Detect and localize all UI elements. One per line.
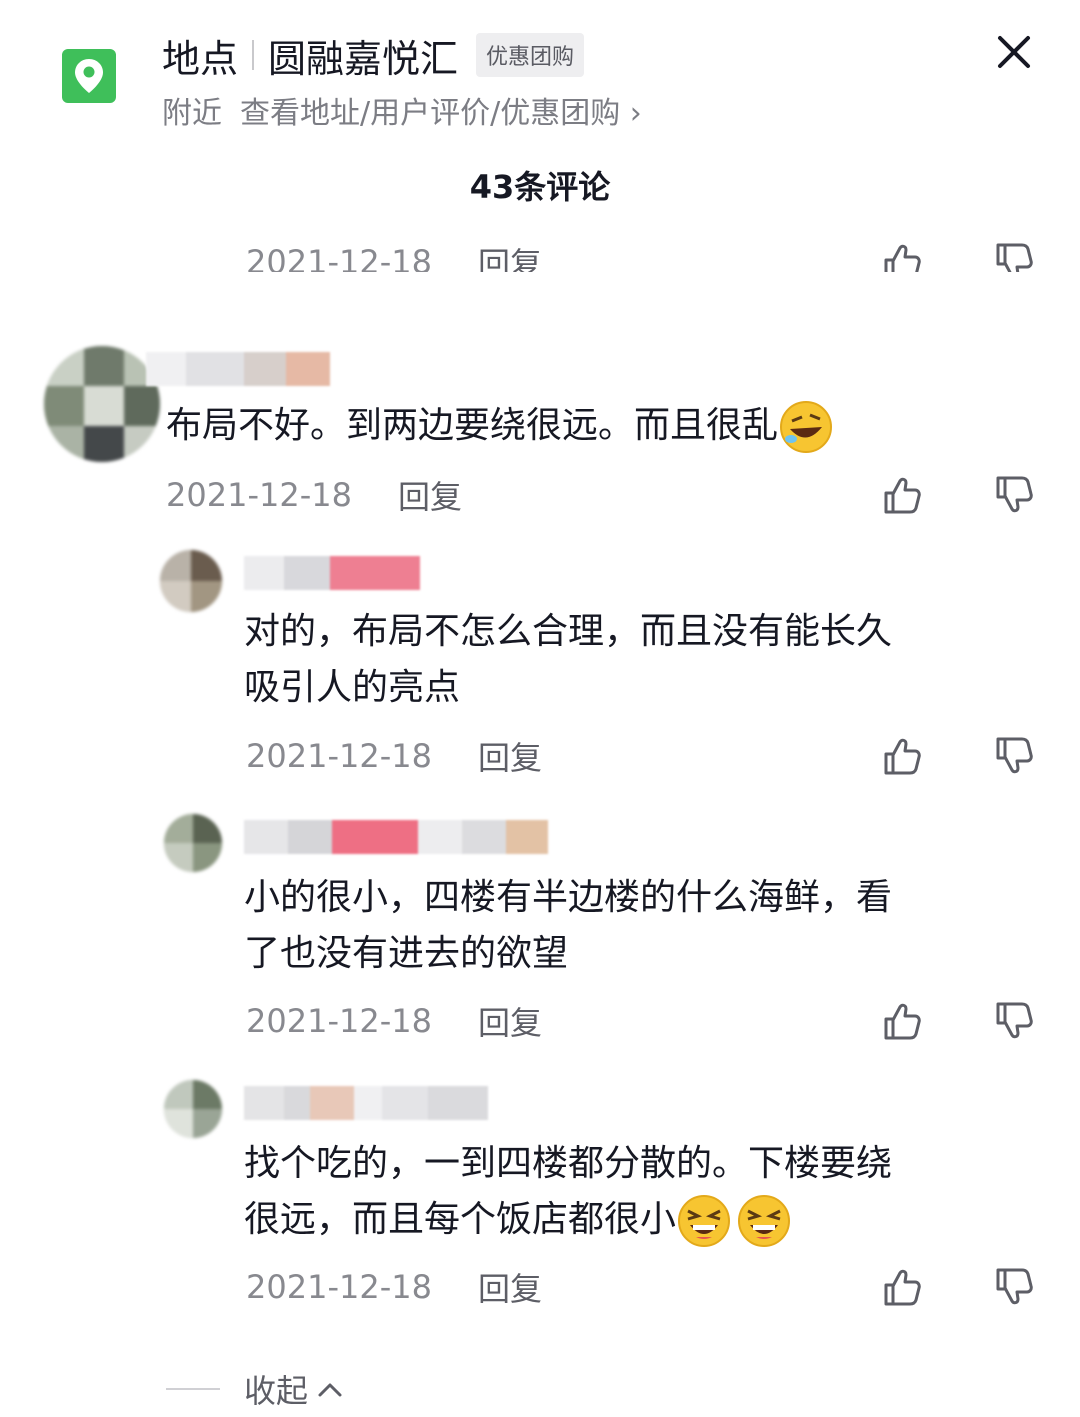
username-redacted[interactable] <box>244 556 420 590</box>
avatar[interactable] <box>160 550 222 612</box>
thumbs-down-icon[interactable] <box>992 473 1036 517</box>
reply-button[interactable]: 回复 <box>478 1264 542 1310</box>
comment-date: 2021-12-18 <box>246 1268 432 1306</box>
thumbs-up-icon[interactable] <box>880 240 924 272</box>
location-label: 地点 <box>162 36 239 81</box>
location-title-row: 地点 圆融嘉悦汇 优惠团购 <box>162 28 585 82</box>
rolling-laughing-emoji-icon <box>780 401 833 453</box>
location-name: 圆融嘉悦汇 <box>268 36 459 81</box>
thumbs-down-icon[interactable] <box>992 999 1036 1043</box>
details-label: 查看地址/用户评价/优惠团购 › <box>240 96 642 131</box>
comment-meta-cut: 2021-12-18 回复 <box>0 232 1080 272</box>
reply-button[interactable]: 回复 <box>478 733 542 779</box>
comment-date: 2021-12-18 <box>166 476 352 514</box>
chevron-right-icon: › <box>629 96 642 131</box>
close-icon[interactable] <box>994 32 1034 72</box>
location-header[interactable]: 地点 圆融嘉悦汇 优惠团购 附近 查看地址/用户评价/优惠团购 › <box>0 0 1080 145</box>
comment-text: 布局不好。到两边要绕很远。而且很乱 <box>166 398 834 455</box>
username-redacted[interactable] <box>244 820 548 854</box>
title-divider <box>252 40 255 70</box>
reply-button[interactable]: 回复 <box>478 239 542 272</box>
username-redacted[interactable] <box>146 352 330 386</box>
chevron-up-icon <box>318 1383 342 1397</box>
comments-count-title: 43条评论 <box>469 168 611 206</box>
thumbs-down-icon[interactable] <box>992 1265 1036 1309</box>
comment-text: 小的很小，四楼有半边楼的什么海鲜，看 了也没有进去的欲望 <box>244 877 893 974</box>
collapse-label: 收起 <box>244 1372 309 1410</box>
comment-text: 找个吃的，一到四楼都分散的。下楼要绕 很远，而且每个饭店都很小 <box>244 1136 892 1249</box>
comment-date: 2021-12-18 <box>246 243 432 272</box>
grinning-squinting-emoji-icon <box>678 1195 731 1247</box>
thumbs-down-icon[interactable] <box>992 240 1036 272</box>
comment-text: 对的，布局不怎么合理，而且没有能长久 吸引人的亮点 <box>244 611 893 708</box>
avatar[interactable] <box>164 1080 222 1138</box>
reply-button[interactable]: 回复 <box>398 472 462 518</box>
comment-date: 2021-12-18 <box>246 1002 432 1040</box>
collapse-replies-button[interactable]: 收起 <box>166 1366 344 1412</box>
deal-badge: 优惠团购 <box>476 33 585 77</box>
thumbs-up-icon[interactable] <box>880 734 924 778</box>
thumbs-up-icon[interactable] <box>880 473 924 517</box>
avatar[interactable] <box>164 814 222 872</box>
grinning-squinting-emoji-icon <box>738 1195 791 1247</box>
nearby-label: 附近 <box>162 96 222 131</box>
avatar[interactable] <box>44 346 160 462</box>
comment-date: 2021-12-18 <box>246 737 432 775</box>
location-details-link[interactable]: 附近 查看地址/用户评价/优惠团购 › <box>162 88 642 132</box>
divider-line <box>166 1388 220 1390</box>
username-redacted[interactable] <box>244 1086 488 1120</box>
map-pin-icon <box>62 49 116 103</box>
reply-button[interactable]: 回复 <box>478 998 542 1044</box>
thumbs-up-icon[interactable] <box>880 1265 924 1309</box>
thumbs-up-icon[interactable] <box>880 999 924 1043</box>
thumbs-down-icon[interactable] <box>992 734 1036 778</box>
